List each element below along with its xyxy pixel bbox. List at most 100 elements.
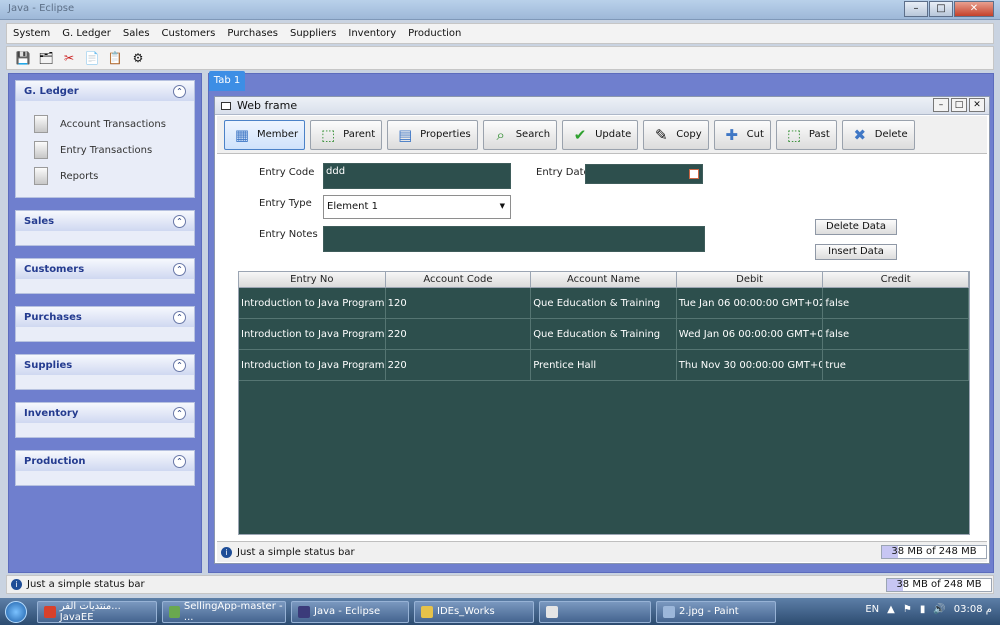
table-row[interactable]: Introduction to Java Programm... 220 Pre… [239,350,969,381]
panel-title: Supplies [24,359,73,371]
menu-suppliers[interactable]: Suppliers [290,28,336,39]
panel-body: Account Transactions Entry Transactions … [16,101,194,197]
panel-header[interactable]: Customers ⌃ [16,259,194,279]
parent-button[interactable]: ⬚ Parent [310,119,383,150]
menu-inventory[interactable]: Inventory [348,28,396,39]
panel-header[interactable]: Purchases ⌃ [16,307,194,327]
delete-button[interactable]: ✖ Delete [841,119,915,150]
collapse-icon[interactable]: ⌃ [173,214,186,228]
paste-button[interactable]: ⬚ Past [775,119,837,150]
save-icon[interactable]: 💾 [15,50,31,66]
calendar-icon[interactable] [689,169,699,179]
entry-notes-label: Entry Notes [259,229,318,240]
entry-code-field[interactable]: ddd [323,163,511,189]
app-memory-indicator[interactable]: 38 MB of 248 MB [886,578,992,592]
table-cell: Que Education & Training [531,319,677,349]
menu-production[interactable]: Production [408,28,461,39]
insert-data-button[interactable]: Insert Data [815,244,897,260]
clock[interactable]: 03:08 م [954,604,992,615]
chevron-up-icon[interactable]: ▲ [887,604,895,615]
copy-button[interactable]: ✎ Copy [643,119,709,150]
collapse-icon[interactable]: ⌃ [173,262,186,276]
tab-1[interactable]: Tab 1 [209,71,245,91]
collapse-icon[interactable]: ⌃ [173,406,186,420]
save-all-icon[interactable]: 🗂 [38,50,54,66]
panel-supplies: Supplies ⌃ [15,354,195,390]
maximize-icon[interactable]: □ [929,1,953,17]
button-label: Properties [420,129,471,140]
browser-icon [44,605,56,618]
table-row[interactable]: Introduction to Java Programm... 220 Que… [239,319,969,350]
taskbar-item-java-app[interactable] [539,600,651,623]
flag-icon[interactable]: ⚑ [903,604,912,615]
column-header[interactable]: Account Name [531,272,677,287]
taskbar-label: IDEs_Works [437,606,495,617]
taskbar-item-browser[interactable]: منتديات الفر... JavaEE [37,600,157,623]
paste-icon[interactable]: 📋 [107,50,123,66]
panel-production: Production ⌃ [15,450,195,486]
panel-title: Customers [24,263,85,275]
cut-icon[interactable]: ✂ [61,50,77,66]
collapse-icon[interactable]: ⌃ [173,310,186,324]
cut-button[interactable]: ✚ Cut [713,119,771,150]
network-icon[interactable]: ▮ [920,604,926,615]
collapse-icon[interactable]: ⌃ [173,84,186,98]
minimize-icon[interactable]: – [904,1,928,17]
panel-header[interactable]: Sales ⌃ [16,211,194,231]
panel-header[interactable]: G. Ledger ⌃ [16,81,194,101]
column-header[interactable]: Debit [677,272,824,287]
table-row[interactable]: Introduction to Java Programm... 120 Que… [239,288,969,319]
update-button[interactable]: ✔ Update [562,119,639,150]
taskbar-item-paint[interactable]: 2.jpg - Paint [656,600,776,623]
panel-g-ledger: G. Ledger ⌃ Account Transactions Entry T… [15,80,195,198]
button-label: Search [515,129,551,140]
menu-customers[interactable]: Customers [162,28,216,39]
delete-data-button[interactable]: Delete Data [815,219,897,235]
collapse-icon[interactable]: ⌃ [173,358,186,372]
copy-icon[interactable]: 📄 [84,50,100,66]
sidebar-item-entry-transactions[interactable]: Entry Transactions [34,137,194,163]
settings-icon[interactable]: ⚙ [130,50,146,66]
table-cell: true [823,350,969,380]
language-indicator[interactable]: EN [865,604,879,615]
column-header[interactable]: Account Code [386,272,532,287]
menu-g-ledger[interactable]: G. Ledger [62,28,111,39]
folder-icon [169,605,180,618]
menu-system[interactable]: System [13,28,50,39]
menu-purchases[interactable]: Purchases [227,28,278,39]
document-icon [34,115,48,133]
entry-date-label: Entry Date [536,167,590,178]
start-button[interactable] [0,598,32,625]
frame-memory-indicator[interactable]: 38 MB of 248 MB [881,545,987,559]
main-toolbar: 💾 🗂 ✂ 📄 📋 ⚙ [6,46,994,70]
search-button[interactable]: ⌕ Search [482,119,558,150]
panel-header[interactable]: Inventory ⌃ [16,403,194,423]
taskbar-item-ides-works[interactable]: IDEs_Works [414,600,534,623]
panel-header[interactable]: Supplies ⌃ [16,355,194,375]
volume-icon[interactable]: 🔊 [933,604,945,615]
column-header[interactable]: Credit [823,272,969,287]
entry-type-select[interactable]: Element 1 ▼ [323,195,511,219]
panel-header[interactable]: Production ⌃ [16,451,194,471]
panel-inventory: Inventory ⌃ [15,402,195,438]
taskbar-item-sellingapp[interactable]: SellingApp-master - ... [162,600,286,623]
paste-icon: ⬚ [786,125,801,144]
close-icon[interactable]: ✕ [969,98,985,112]
sidebar-item-account-transactions[interactable]: Account Transactions [34,111,194,137]
minimize-icon[interactable]: – [933,98,949,112]
copy-icon: ✎ [654,125,668,144]
sidebar-item-reports[interactable]: Reports [34,163,194,189]
entry-notes-field[interactable] [323,226,705,252]
collapse-icon[interactable]: ⌃ [173,454,186,468]
column-header[interactable]: Entry No [239,272,386,287]
taskbar-item-eclipse[interactable]: Java - Eclipse [291,600,409,623]
member-button[interactable]: ▦ Member [224,119,306,150]
menu-sales[interactable]: Sales [123,28,150,39]
table-cell: Introduction to Java Programm... [239,350,386,380]
close-icon[interactable]: ✕ [954,1,994,17]
panel-sales: Sales ⌃ [15,210,195,246]
maximize-icon[interactable]: □ [951,98,967,112]
properties-button[interactable]: ▤ Properties [387,119,478,150]
properties-icon: ▤ [398,125,413,144]
entry-date-field[interactable] [585,164,703,184]
